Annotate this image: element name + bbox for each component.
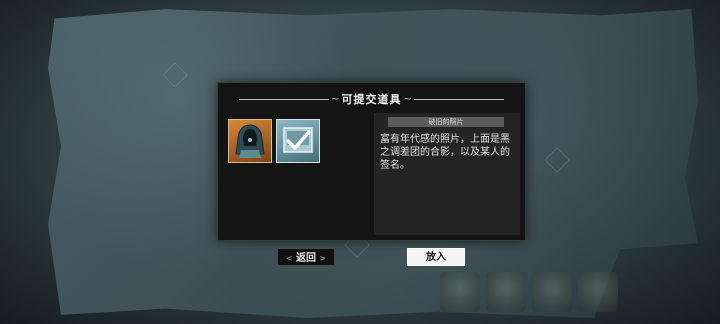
portrait-thumbnail	[578, 272, 618, 312]
item-grid	[228, 119, 320, 163]
portrait-thumbnail	[486, 272, 526, 312]
background-portraits	[440, 272, 670, 318]
photo-check-icon	[283, 127, 313, 153]
portrait-thumbnail	[532, 272, 572, 312]
dialog-header: ~ 可提交道具 ~	[218, 89, 525, 109]
put-in-button[interactable]: 放入	[407, 248, 465, 266]
dialog-title: 可提交道具	[341, 93, 402, 106]
title-decor-right: ~	[403, 93, 412, 105]
item-description-text: 富有年代感的照片，上面是黑之调差团的合影，以及某人的签名。	[380, 134, 510, 171]
back-decor-left: <	[285, 253, 293, 263]
portrait-thumbnail	[440, 272, 480, 312]
item-slot-hooded-figure[interactable]	[228, 119, 272, 163]
title-decor-left: ~	[331, 93, 340, 105]
item-name-label: 破旧的照片	[388, 117, 504, 127]
put-in-button-label: 放入	[426, 252, 446, 263]
map-marker-icon	[544, 147, 570, 173]
back-button-label: 返回	[296, 253, 316, 264]
item-slot-old-photo[interactable]	[276, 119, 320, 163]
title-divider-right	[413, 98, 504, 100]
item-description-panel: 破旧的照片 富有年代感的照片，上面是黑之调差团的合影，以及某人的签名。	[374, 113, 520, 235]
title-divider-left	[239, 98, 330, 100]
submit-item-dialog: ~ 可提交道具 ~ 破旧的照片 富有年代感的照片，上面是黑之调差团的合影，以及某…	[217, 82, 526, 241]
back-button[interactable]: < 返回 >	[277, 248, 335, 266]
map-marker-icon	[162, 62, 188, 88]
back-decor-right: >	[319, 253, 327, 263]
hooded-figure-icon	[235, 124, 265, 158]
